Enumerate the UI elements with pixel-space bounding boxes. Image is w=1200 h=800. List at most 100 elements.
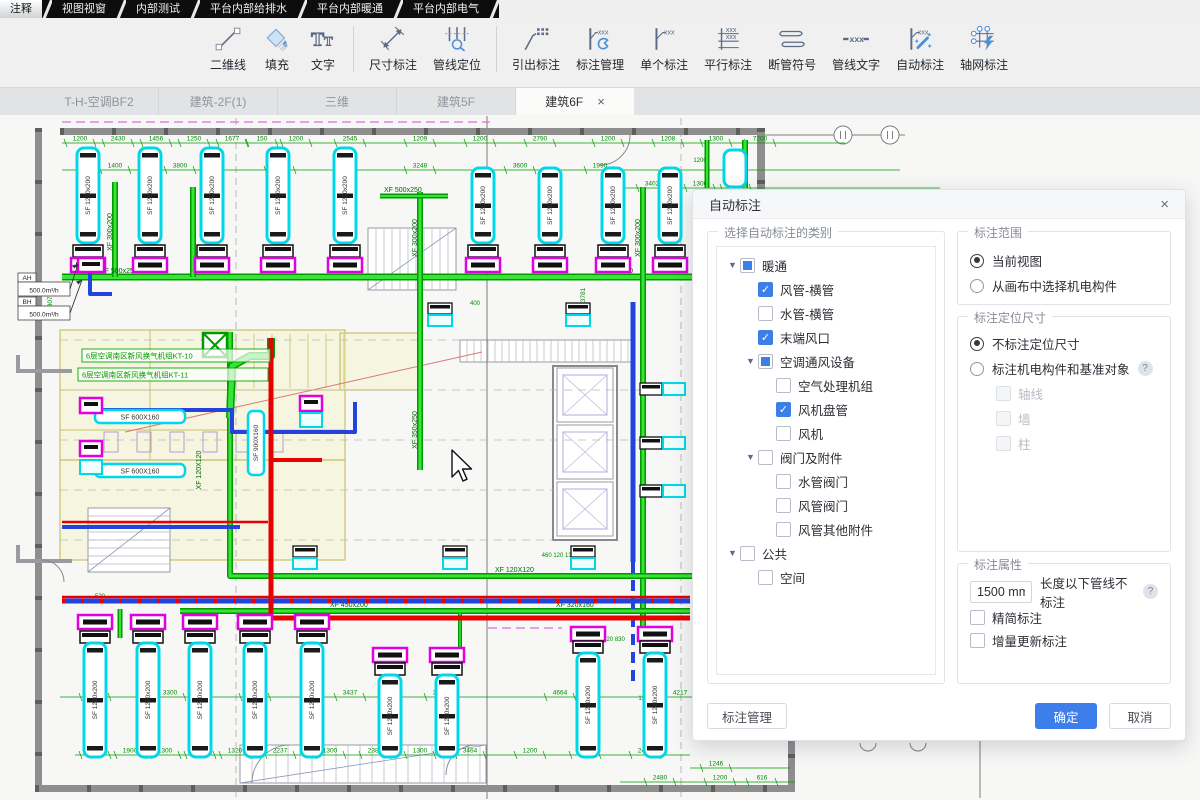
svg-text:SF 1200x200: SF 1200x200 xyxy=(275,176,282,215)
tree-item[interactable]: ✓风机盘管 xyxy=(719,397,933,421)
cancel-button[interactable]: 取消 xyxy=(1109,703,1171,729)
dialog-close-icon[interactable]: × xyxy=(1160,197,1169,212)
tree-checkbox[interactable] xyxy=(740,258,755,273)
tree-checkbox[interactable] xyxy=(758,570,773,585)
tool-label: 自动标注 xyxy=(896,56,944,73)
tree-item[interactable]: ▼空调通风设备 xyxy=(719,349,933,373)
svg-text:400: 400 xyxy=(470,301,481,307)
tree-checkbox[interactable] xyxy=(758,306,773,321)
toolbar-tool-annotate-manage[interactable]: xxx标注管理 xyxy=(568,18,632,73)
toolbar-tool-leader-annotate[interactable]: 引出标注 xyxy=(504,18,568,73)
manage-annotations-button[interactable]: 标注管理 xyxy=(707,703,787,729)
radio-option[interactable]: 当前视图 xyxy=(970,248,1158,273)
ribbon-tab-separator xyxy=(489,0,499,18)
toolbar-tool-single-annotate[interactable]: xxx单个标注 xyxy=(632,18,696,73)
radio-icon[interactable] xyxy=(970,254,984,268)
svg-text:3300: 3300 xyxy=(163,690,178,697)
toolbar-tool-grid-annotate[interactable]: 轴网标注 xyxy=(952,18,1016,73)
tree-item[interactable]: ▼阀门及附件 xyxy=(719,445,933,469)
toolbar-tool-fill[interactable]: 填充 xyxy=(254,18,300,73)
tool-label: 填充 xyxy=(265,56,289,73)
chevron-down-icon[interactable]: ▼ xyxy=(743,452,758,462)
ribbon-tab-platform-electric[interactable]: 平台内部电气 xyxy=(403,0,489,18)
length-help-icon[interactable]: ? xyxy=(1143,584,1158,599)
radio-option[interactable]: 标注机电构件和基准对象? xyxy=(970,356,1158,381)
doc-tab-t-h-ac-bf2[interactable]: T-H-空调BF2 xyxy=(40,88,159,115)
toolbar-tool-dimension[interactable]: 尺寸标注 xyxy=(361,18,425,73)
radio-label: 从画布中选择机电构件 xyxy=(992,276,1117,295)
dialog-titlebar: 自动标注 × xyxy=(693,190,1185,219)
length-input[interactable] xyxy=(970,581,1032,603)
toolbar-tool-2d-line[interactable]: 二维线 xyxy=(202,18,254,73)
toolbar-tool-auto-annotate[interactable]: xxx自动标注 xyxy=(888,18,952,73)
tree-checkbox[interactable] xyxy=(776,498,791,513)
svg-text:1400: 1400 xyxy=(108,163,123,170)
radio-option[interactable]: 从画布中选择机电构件 xyxy=(970,273,1158,298)
ribbon-tab-view-window[interactable]: 视图视窗 xyxy=(52,0,116,18)
sub-checkbox-row: 轴线 xyxy=(970,381,1158,406)
svg-text:1200: 1200 xyxy=(289,136,304,143)
tree-checkbox[interactable]: ✓ xyxy=(758,282,773,297)
tree-checkbox[interactable] xyxy=(758,450,773,465)
radio-icon[interactable] xyxy=(970,279,984,293)
doc-tab-arch-5f[interactable]: 建筑5F xyxy=(397,88,516,115)
tree-item[interactable]: 空间 xyxy=(719,565,933,589)
tree-checkbox[interactable]: ✓ xyxy=(776,402,791,417)
svg-text:1320: 1320 xyxy=(228,748,243,755)
attr-checkbox-row[interactable]: 增量更新标注 xyxy=(970,629,1158,652)
radio-icon[interactable] xyxy=(970,337,984,351)
ok-button[interactable]: 确定 xyxy=(1035,703,1097,729)
ribbon-tab-annotate[interactable]: 注释 xyxy=(0,0,42,18)
dimension-icon xyxy=(378,24,408,54)
chevron-down-icon[interactable]: ▼ xyxy=(725,260,740,270)
tree-checkbox[interactable] xyxy=(776,378,791,393)
tree-checkbox[interactable] xyxy=(758,354,773,369)
svg-text:T: T xyxy=(324,33,333,48)
tree-checkbox[interactable] xyxy=(740,546,755,561)
tree-item[interactable]: 空气处理机组 xyxy=(719,373,933,397)
toolbar-tool-pipe-locate[interactable]: 管线定位 xyxy=(425,18,489,73)
tree-item[interactable]: ✓末端风口 xyxy=(719,325,933,349)
svg-text:500.0m³/h: 500.0m³/h xyxy=(29,312,59,319)
tree-checkbox[interactable] xyxy=(776,522,791,537)
doc-tab-three-d[interactable]: 三维 xyxy=(278,88,397,115)
tree-item[interactable]: 风管其他附件 xyxy=(719,517,933,541)
svg-text:150: 150 xyxy=(257,136,268,143)
tree-checkbox[interactable]: ✓ xyxy=(758,330,773,345)
tree-item[interactable]: 水管-横管 xyxy=(719,301,933,325)
doc-tab-arch-6f[interactable]: 建筑6F× xyxy=(516,88,634,115)
chevron-down-icon[interactable]: ▼ xyxy=(743,356,758,366)
svg-text:SF 1200x200: SF 1200x200 xyxy=(197,680,204,719)
svg-text:2545: 2545 xyxy=(343,136,358,143)
radio-option[interactable]: 不标注定位尺寸 xyxy=(970,331,1158,356)
tree-item[interactable]: ✓风管-横管 xyxy=(719,277,933,301)
toolbar-tool-pipe-text[interactable]: xxx管线文字 xyxy=(824,18,888,73)
toolbar-tool-parallel-annotate[interactable]: xxxxxx平行标注 xyxy=(696,18,760,73)
svg-text:1200: 1200 xyxy=(523,748,538,755)
single-annotate-icon: xxx xyxy=(649,24,679,54)
tree-label: 公共 xyxy=(762,544,787,563)
svg-text:SF 1200x200: SF 1200x200 xyxy=(92,680,99,719)
checkbox[interactable] xyxy=(970,610,985,625)
tree-item[interactable]: 水管阀门 xyxy=(719,469,933,493)
tree-item[interactable]: 风管阀门 xyxy=(719,493,933,517)
svg-text:SF 1200x200: SF 1200x200 xyxy=(585,685,592,724)
tree-checkbox[interactable] xyxy=(776,426,791,441)
toolbar-tool-pipe-break[interactable]: 断管符号 xyxy=(760,18,824,73)
tree-item[interactable]: 风机 xyxy=(719,421,933,445)
toolbar-tool-text[interactable]: TT文字 xyxy=(300,18,346,73)
svg-text:XF 120X120: XF 120X120 xyxy=(196,450,203,489)
doc-tab-arch-2f-1[interactable]: 建筑-2F(1) xyxy=(159,88,278,115)
tree-item[interactable]: ▼暖通 xyxy=(719,253,933,277)
help-icon[interactable]: ? xyxy=(1138,361,1153,376)
doc-tab-close-icon[interactable]: × xyxy=(597,95,605,108)
tree-item[interactable]: ▼ 公共 xyxy=(719,541,933,565)
tree-checkbox[interactable] xyxy=(776,474,791,489)
tool-label: 尺寸标注 xyxy=(369,56,417,73)
chevron-down-icon[interactable]: ▼ xyxy=(725,548,740,558)
radio-icon[interactable] xyxy=(970,362,984,376)
ribbon-tab-internal-test[interactable]: 内部测试 xyxy=(126,0,190,18)
checkbox[interactable] xyxy=(970,633,985,648)
ribbon-tab-platform-plumbing[interactable]: 平台内部给排水 xyxy=(200,0,297,18)
ribbon-tab-platform-hvac[interactable]: 平台内部暖通 xyxy=(307,0,393,18)
